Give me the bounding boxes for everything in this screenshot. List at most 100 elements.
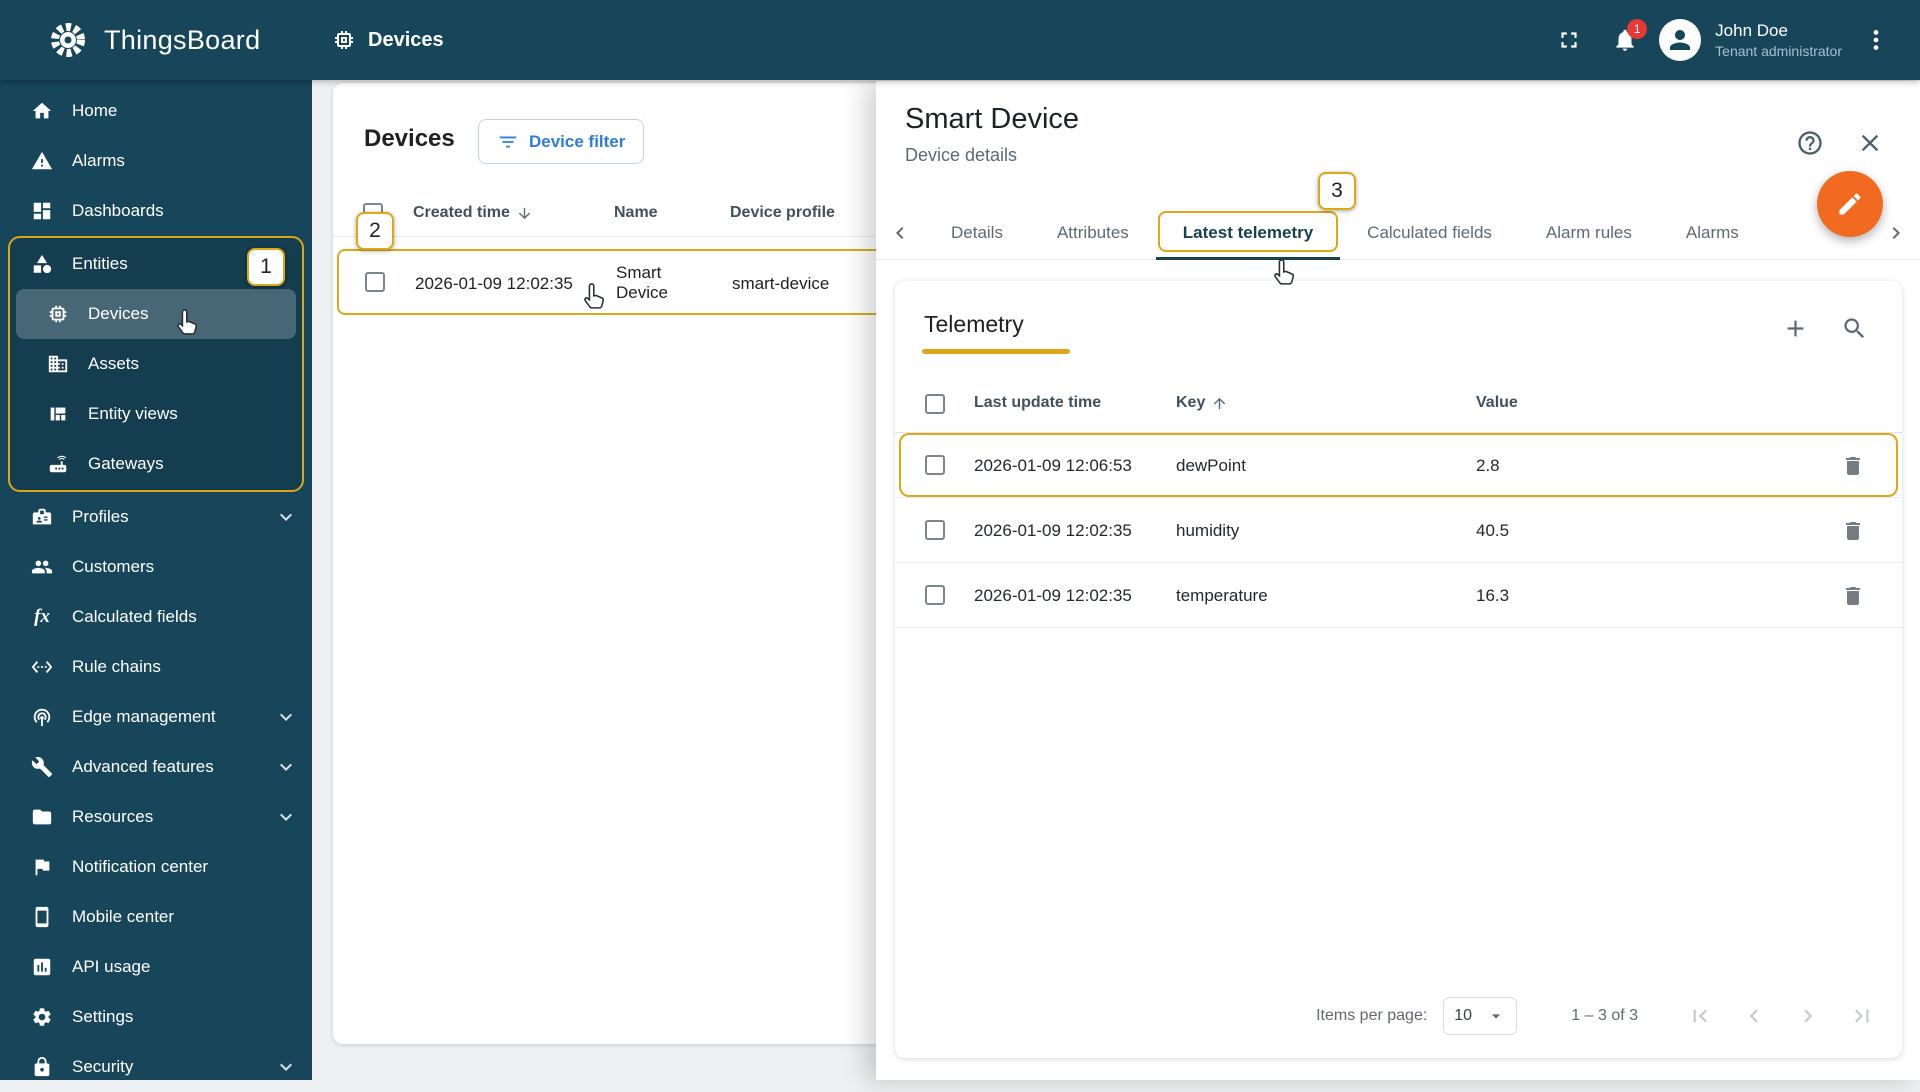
kebab-icon [1873, 30, 1879, 50]
sidebar-item-resources[interactable]: Resources [0, 792, 312, 842]
sidebar-item-api-usage[interactable]: API usage [0, 942, 312, 992]
telemetry-row[interactable]: 2026-01-09 12:02:35 temperature 16.3 [895, 563, 1902, 628]
fullscreen-button[interactable] [1547, 18, 1591, 62]
sidebar-item-alarms[interactable]: Alarms [0, 136, 312, 186]
chevron-down-icon [274, 505, 298, 529]
avatar[interactable] [1659, 19, 1702, 61]
sidebar-item-dashboards[interactable]: Dashboards [0, 186, 312, 236]
devices-icon [46, 302, 70, 326]
sidebar-item-gateways[interactable]: Gateways [10, 439, 302, 489]
chevron-right-icon [1804, 1009, 1813, 1023]
breadcrumb: Devices [332, 28, 444, 52]
first-page-button[interactable] [1686, 1002, 1714, 1030]
close-icon [1861, 134, 1879, 152]
row-checkbox[interactable] [925, 585, 945, 605]
help-button[interactable] [1793, 126, 1827, 160]
column-label: Name [614, 204, 658, 221]
tabs-scroll-left-button[interactable] [876, 206, 924, 259]
tab-alarms[interactable]: Alarms [1659, 206, 1766, 259]
folder-icon [30, 805, 54, 829]
telemetry-card: Telemetry Last update time Key Value 202… [895, 281, 1902, 1058]
notifications-button[interactable]: 1 [1603, 18, 1648, 62]
sidebar-item-label: Gateways [88, 454, 164, 473]
devices-breadcrumb-icon [335, 31, 353, 49]
telemetry-key: humidity [1176, 521, 1240, 540]
category-icon [30, 252, 54, 276]
close-button[interactable] [1853, 126, 1887, 160]
panel-title: Smart Device [905, 103, 1080, 135]
sidebar-item-devices[interactable]: Devices [16, 289, 296, 339]
telemetry-key: temperature [1176, 586, 1268, 605]
device-filter-label: Device filter [529, 131, 626, 151]
cursor-pointer-icon [580, 282, 610, 316]
step-badge-1: 1 [247, 248, 285, 286]
tab-alarm-rules[interactable]: Alarm rules [1519, 206, 1659, 259]
column-label: Created time [413, 204, 510, 221]
sidebar-item-home[interactable]: Home [0, 86, 312, 136]
delete-telemetry-button[interactable] [1839, 452, 1867, 480]
sidebar-item-rule-chains[interactable]: Rule chains [0, 642, 312, 692]
edit-fab-button[interactable] [1817, 171, 1883, 237]
sidebar-item-label: Mobile center [72, 907, 175, 926]
last-page-icon [1855, 1009, 1869, 1023]
next-page-button[interactable] [1794, 1002, 1822, 1030]
sidebar-item-label: Dashboards [72, 201, 164, 220]
sidebar-item-profiles[interactable]: Profiles [0, 492, 312, 542]
select-all-checkbox[interactable] [925, 394, 945, 414]
tab-calculated-fields[interactable]: Calculated fields [1340, 206, 1519, 259]
telemetry-value: 40.5 [1476, 521, 1510, 540]
column-header-last-update-time[interactable]: Last update time [974, 394, 1101, 412]
delete-telemetry-button[interactable] [1839, 517, 1867, 545]
telemetry-row[interactable]: 2026-01-09 12:02:35 humidity 40.5 [895, 498, 1902, 563]
user-name: John Doe [1715, 20, 1788, 40]
tab-latest-telemetry[interactable]: Latest telemetry [1155, 206, 1341, 260]
column-header-key[interactable]: Key [1176, 394, 1228, 412]
gateway-icon [46, 452, 70, 476]
sort-desc-icon [516, 205, 533, 222]
column-header-value[interactable]: Value [1476, 394, 1518, 412]
row-checkbox[interactable] [365, 272, 385, 292]
device-name: Smart Device [616, 263, 668, 302]
device-filter-button[interactable]: Device filter [478, 119, 645, 164]
chevron-down-icon [1492, 1014, 1501, 1019]
column-header-name[interactable]: Name [614, 204, 658, 222]
last-page-button[interactable] [1848, 1002, 1876, 1030]
telemetry-time: 2026-01-09 12:02:35 [974, 586, 1132, 605]
trash-icon [1846, 457, 1860, 475]
tab-attributes[interactable]: Attributes [1030, 206, 1156, 259]
column-header-device-profile[interactable]: Device profile [730, 204, 835, 222]
sort-asc-icon [1211, 395, 1228, 412]
plus-icon [1787, 320, 1803, 336]
top-bar: ThingsBoard Devices 1 John Doe Tenant ad… [0, 0, 1920, 80]
sidebar-item-security[interactable]: Security [0, 1042, 312, 1092]
add-telemetry-button[interactable] [1779, 312, 1811, 344]
rule-chains-icon [30, 655, 54, 679]
sidebar-item-edge-management[interactable]: Edge management [0, 692, 312, 742]
sidebar-item-assets[interactable]: Assets [10, 339, 302, 389]
delete-telemetry-button[interactable] [1839, 582, 1867, 610]
row-checkbox[interactable] [925, 520, 945, 540]
sidebar-item-label: Notification center [72, 857, 209, 876]
sidebar-item-calculated-fields[interactable]: fx Calculated fields [0, 592, 312, 642]
sidebar-item-label: Profiles [72, 507, 129, 526]
column-header-created-time[interactable]: Created time [413, 204, 533, 222]
chevron-right-icon [1892, 226, 1900, 239]
row-checkbox[interactable] [925, 455, 945, 475]
sidebar-item-advanced-features[interactable]: Advanced features [0, 742, 312, 792]
sidebar-item-label: Entities [72, 254, 128, 273]
previous-page-button[interactable] [1740, 1002, 1768, 1030]
search-telemetry-button[interactable] [1838, 312, 1870, 344]
sidebar-item-settings[interactable]: Settings [0, 992, 312, 1042]
chevron-left-icon [896, 226, 904, 239]
items-per-page-select[interactable]: 10 [1443, 997, 1518, 1035]
telemetry-row[interactable]: 2026-01-09 12:06:53 dewPoint 2.8 [895, 433, 1902, 498]
sidebar-item-customers[interactable]: Customers [0, 542, 312, 592]
chevron-down-icon [274, 805, 298, 829]
more-menu-button[interactable] [1854, 18, 1898, 62]
sidebar-item-notification-center[interactable]: Notification center [0, 842, 312, 892]
tab-details[interactable]: Details [924, 206, 1030, 259]
device-created-time: 2026-01-09 12:02:35 [415, 274, 573, 293]
column-label: Key [1176, 394, 1206, 411]
sidebar-item-mobile-center[interactable]: Mobile center [0, 892, 312, 942]
sidebar-item-entity-views[interactable]: Entity views [10, 389, 302, 439]
